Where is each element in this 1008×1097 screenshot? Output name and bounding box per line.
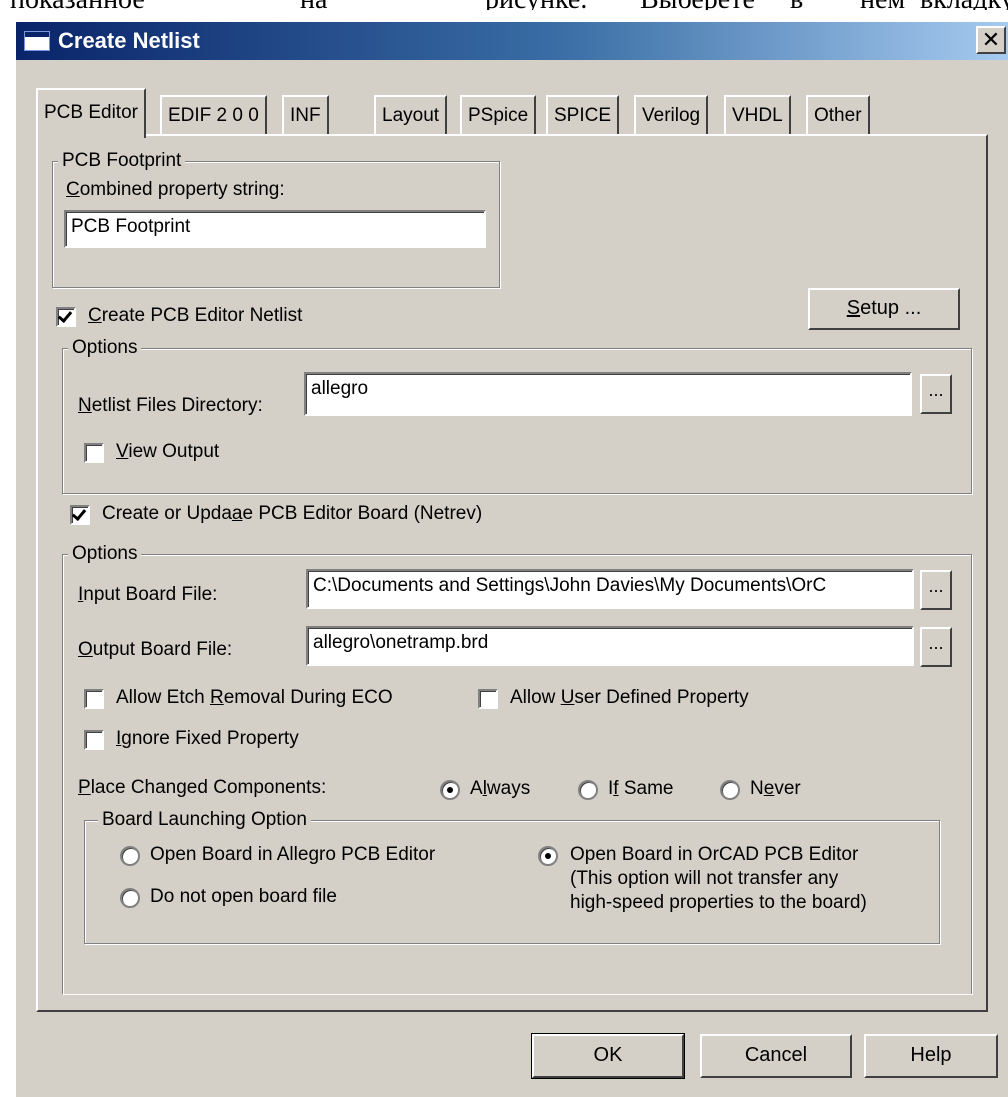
bg-word: в (790, 0, 803, 10)
bg-word: на (300, 0, 327, 10)
combined-property-label: Combined property string: (66, 179, 285, 200)
output-board-label: Output Board File: (78, 639, 233, 660)
place-never-radio[interactable] (720, 780, 740, 800)
title-bar[interactable]: Create Netlist ✕ (16, 22, 1008, 60)
allow-etch-checkbox[interactable] (84, 689, 104, 709)
create-board-label: Create or Updaae PCB Editor Board (Netre… (102, 503, 483, 524)
place-never-label: Never (750, 778, 801, 799)
tab-pcb-editor[interactable]: PCB Editor (36, 88, 146, 138)
combined-property-input[interactable]: PCB Footprint (64, 210, 486, 248)
create-netlist-checkbox[interactable] (56, 307, 76, 327)
create-netlist-label: Create PCB Editor Netlist (88, 305, 303, 326)
window-title: Create Netlist (58, 28, 200, 53)
view-output-checkbox[interactable] (84, 443, 104, 463)
cancel-button[interactable]: Cancel (700, 1034, 852, 1078)
bg-word: рисунке. (485, 0, 587, 10)
output-board-field[interactable]: allegro\onetramp.brd (306, 626, 914, 666)
tab-panel-pcb-editor: PCB Footprint Combined property string: … (36, 134, 988, 1012)
input-board-browse-button[interactable]: ... (920, 570, 952, 610)
launch-allegro-label: Open Board in Allegro PCB Editor (150, 844, 436, 865)
tab-spice[interactable]: SPICE (546, 95, 620, 135)
tab-pspice[interactable]: PSpice (460, 95, 537, 135)
netlist-dir-label: Netlist Files Directory: (78, 395, 263, 416)
allow-user-checkbox[interactable] (478, 689, 498, 709)
bg-word: показанное (10, 0, 145, 10)
bg-word: нем (860, 0, 905, 10)
launch-orcad-radio[interactable] (538, 846, 558, 866)
allow-user-label: Allow User Defined Property (510, 687, 749, 708)
tab-verilog[interactable]: Verilog (634, 95, 709, 135)
launch-allegro-radio[interactable] (120, 846, 140, 866)
launch-orcad-label: Open Board in OrCAD PCB Editor (570, 844, 859, 865)
launch-orcad-note-1: (This option will not transfer any (570, 868, 839, 889)
netlist-dir-browse-button[interactable]: ... (920, 374, 952, 414)
help-button[interactable]: Help (864, 1034, 998, 1078)
netlist-options-legend: Options (68, 337, 142, 359)
pcb-footprint-legend: PCB Footprint (58, 150, 186, 172)
close-button[interactable]: ✕ (976, 26, 1006, 54)
netlist-options-group (62, 348, 972, 494)
bg-word: Выберете (640, 0, 755, 10)
ok-button[interactable]: OK (531, 1033, 685, 1079)
launch-none-label: Do not open board file (150, 886, 337, 907)
tab-inf[interactable]: INF (282, 95, 329, 135)
output-board-browse-button[interactable]: ... (920, 627, 952, 667)
board-launch-legend: Board Launching Option (98, 809, 311, 831)
allow-etch-label: Allow Etch Removal During ECO (116, 687, 393, 708)
create-netlist-dialog: Create Netlist ✕ PCB Editor EDIF 2 0 0 I… (14, 20, 1008, 1097)
ignore-fixed-checkbox[interactable] (84, 730, 104, 750)
place-changed-label: Place Changed Components: (78, 777, 327, 798)
tab-layout[interactable]: Layout (374, 95, 448, 135)
netlist-dir-input[interactable]: allegro (304, 372, 912, 416)
board-options-legend: Options (68, 543, 142, 565)
place-if-same-radio[interactable] (578, 780, 598, 800)
input-board-label: Input Board File: (78, 584, 218, 605)
create-board-checkbox[interactable] (70, 505, 90, 525)
launch-orcad-note-2: high-speed properties to the board) (570, 892, 867, 913)
background-document-text: показанное на рисунке. Выберете в нем вк… (0, 0, 1008, 10)
place-if-same-label: If Same (608, 778, 674, 799)
setup-button[interactable]: Setup ... (808, 288, 960, 330)
bg-word: вкладку (920, 0, 1008, 10)
view-output-label: View Output (116, 441, 220, 462)
input-board-field[interactable]: C:\Documents and Settings\John Davies\My… (306, 569, 914, 609)
tab-other[interactable]: Other (806, 95, 870, 135)
ignore-fixed-label: Ignore Fixed Property (116, 728, 299, 749)
window-icon (24, 31, 50, 51)
place-always-label: Always (470, 778, 531, 799)
tab-edif[interactable]: EDIF 2 0 0 (160, 95, 267, 135)
place-always-radio[interactable] (440, 780, 460, 800)
tab-vhdl[interactable]: VHDL (724, 95, 791, 135)
launch-none-radio[interactable] (120, 888, 140, 908)
